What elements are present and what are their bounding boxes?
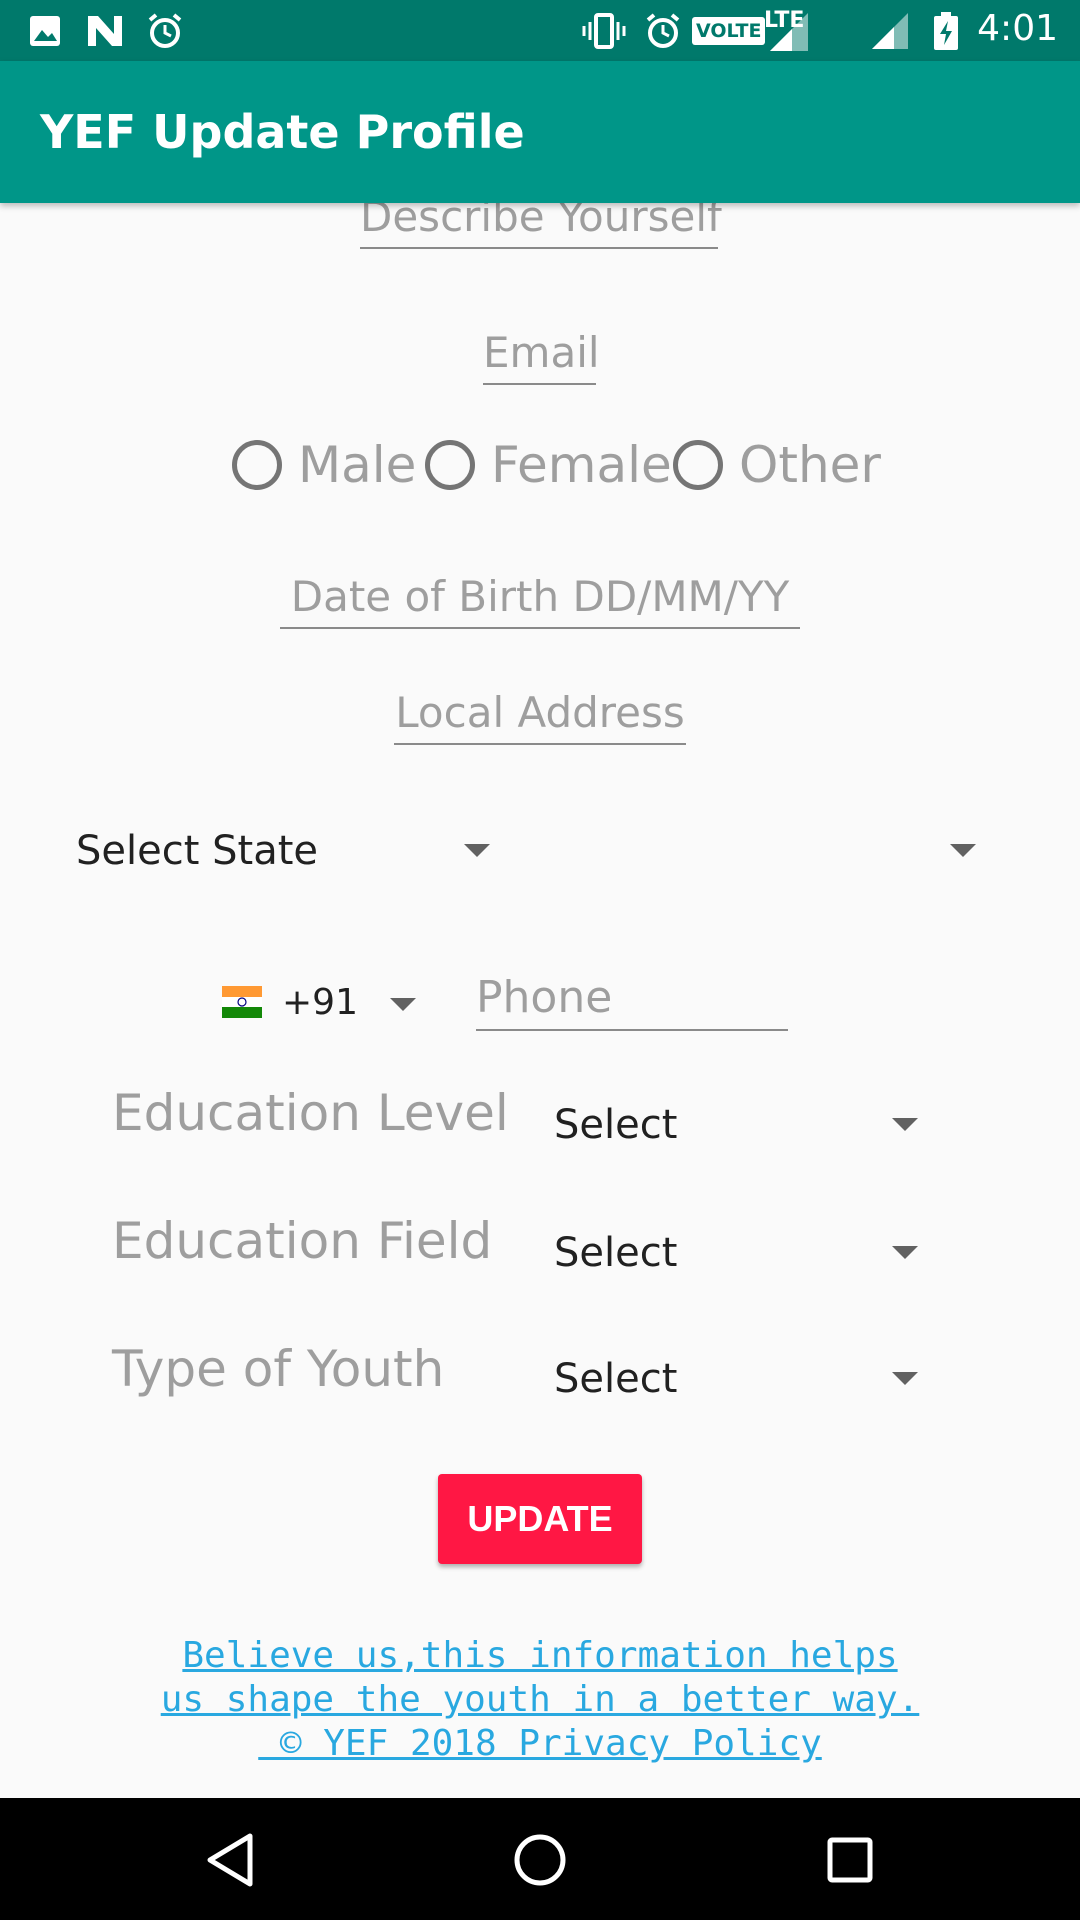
navigation-bar xyxy=(0,1798,1080,1920)
app-bar: YEF Update Profile xyxy=(0,61,1080,203)
date-of-birth-field[interactable]: Date of Birth DD/MM/YY xyxy=(280,572,800,629)
back-icon[interactable] xyxy=(200,1828,264,1892)
country-code-picker[interactable]: +91 xyxy=(220,976,420,1032)
volte-icon: VOLTE xyxy=(692,12,766,50)
recents-icon[interactable] xyxy=(818,1828,882,1892)
vibrate-icon xyxy=(582,12,626,50)
state-spinner[interactable]: Select State xyxy=(60,820,500,880)
footer-line-2: us shape the youth in a better way. xyxy=(160,1679,920,1720)
education-field-label: Education Field xyxy=(112,1212,493,1270)
n-icon xyxy=(86,12,124,50)
page-title: YEF Update Profile xyxy=(40,105,525,159)
district-spinner[interactable] xyxy=(530,820,990,880)
radio-other[interactable] xyxy=(673,440,723,490)
battery-charging-icon xyxy=(932,12,960,50)
radio-female[interactable] xyxy=(425,440,475,490)
local-address-field[interactable]: Local Address xyxy=(394,688,686,745)
education-level-value: Select xyxy=(554,1102,678,1148)
volte-label: VOLTE xyxy=(692,17,766,45)
privacy-footer-link[interactable]: Believe us,this information helps us sha… xyxy=(90,1634,990,1766)
chevron-down-icon xyxy=(390,998,416,1011)
state-spinner-text: Select State xyxy=(76,828,318,874)
signal-icon xyxy=(870,12,910,50)
home-icon[interactable] xyxy=(508,1828,572,1892)
type-of-youth-label: Type of Youth xyxy=(112,1340,445,1398)
india-flag-icon xyxy=(222,986,262,1018)
lte-label: LTE xyxy=(764,8,805,33)
footer-line-1: Believe us,this information helps xyxy=(182,1635,898,1676)
gender-label-other: Other xyxy=(739,436,881,494)
lte-signal-icon: LTE xyxy=(762,6,810,51)
chevron-down-icon xyxy=(950,844,976,857)
phone-field[interactable]: Phone xyxy=(476,972,788,1031)
type-of-youth-spinner[interactable]: Select xyxy=(540,1348,930,1408)
education-field-value: Select xyxy=(554,1230,678,1276)
gender-radio-group: Male Female Other xyxy=(0,432,1080,496)
alarm-icon xyxy=(146,12,184,50)
chevron-down-icon xyxy=(464,844,490,857)
gender-label-male: Male xyxy=(298,436,417,494)
type-of-youth-value: Select xyxy=(554,1356,678,1402)
chevron-down-icon xyxy=(892,1246,918,1259)
education-field-spinner[interactable]: Select xyxy=(540,1222,930,1282)
radio-male[interactable] xyxy=(232,440,282,490)
footer-line-3: © YEF 2018 Privacy Policy xyxy=(258,1723,822,1764)
country-code-text: +91 xyxy=(282,982,358,1023)
chevron-down-icon xyxy=(892,1372,918,1385)
education-level-label: Education Level xyxy=(112,1084,509,1142)
clock-time: 4:01 xyxy=(977,8,1058,49)
email-field[interactable]: Email xyxy=(483,328,600,385)
chevron-down-icon xyxy=(892,1118,918,1131)
gender-label-female: Female xyxy=(491,436,672,494)
update-button[interactable]: UPDATE xyxy=(438,1474,642,1564)
education-level-spinner[interactable]: Select xyxy=(540,1094,930,1154)
status-bar: VOLTE LTE 4:01 xyxy=(0,0,1080,61)
image-icon xyxy=(28,12,62,50)
alarm-icon xyxy=(644,12,682,50)
